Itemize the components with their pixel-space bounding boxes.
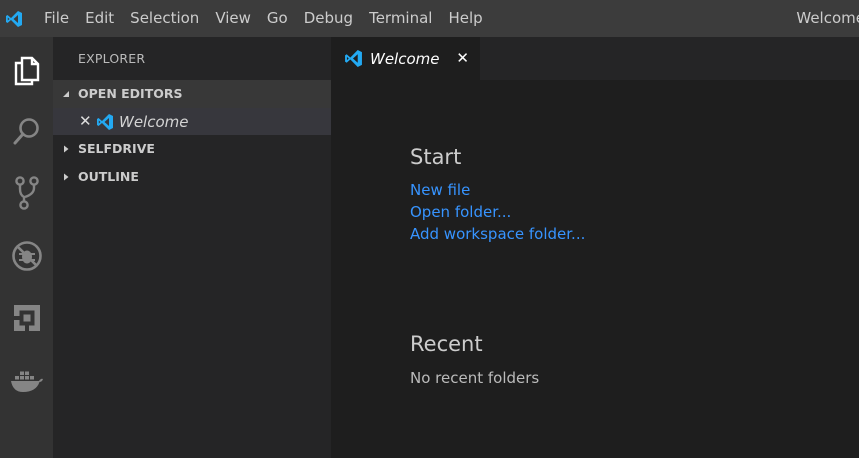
vscode-file-icon — [96, 113, 114, 131]
tab-welcome[interactable]: Welcome ✕ — [331, 37, 480, 80]
files-icon[interactable] — [0, 49, 53, 93]
window-title: Welcome — [796, 9, 859, 27]
menu-bar: File Edit Selection View Go Debug Termin… — [36, 0, 491, 37]
vscode-logo-icon — [0, 0, 27, 37]
docker-icon[interactable] — [0, 359, 53, 403]
section-selfdrive-label: SELFDRIVE — [78, 141, 155, 156]
menu-terminal[interactable]: Terminal — [361, 0, 440, 37]
vscode-file-icon — [344, 49, 363, 68]
source-control-icon[interactable] — [0, 171, 53, 215]
close-tab-icon[interactable]: ✕ — [456, 37, 469, 80]
chevron-down-icon — [54, 90, 78, 98]
extensions-icon[interactable] — [0, 296, 53, 340]
section-open-editors-label: OPEN EDITORS — [78, 86, 183, 101]
section-selfdrive[interactable]: SELFDRIVE — [53, 135, 331, 163]
menu-view[interactable]: View — [207, 0, 259, 37]
recent-heading: Recent — [410, 332, 483, 356]
chevron-right-icon — [54, 145, 78, 153]
menu-go[interactable]: Go — [259, 0, 296, 37]
menu-selection[interactable]: Selection — [122, 0, 207, 37]
section-open-editors[interactable]: OPEN EDITORS — [53, 80, 331, 108]
section-outline-label: OUTLINE — [78, 169, 139, 184]
search-icon[interactable] — [0, 109, 53, 153]
open-editor-item-welcome[interactable]: ✕ Welcome — [53, 108, 331, 135]
sidebar-title: EXPLORER — [78, 51, 146, 66]
menu-file[interactable]: File — [36, 0, 77, 37]
close-editor-icon[interactable]: ✕ — [79, 108, 93, 135]
no-recent-folders-text: No recent folders — [410, 369, 540, 387]
menu-help[interactable]: Help — [440, 0, 490, 37]
open-editor-label: Welcome — [119, 112, 189, 131]
start-heading: Start — [410, 145, 462, 169]
explorer-sidebar: EXPLORER OPEN EDITORS ✕ Welcome SELFDRIV… — [53, 37, 331, 458]
title-bar: File Edit Selection View Go Debug Termin… — [0, 0, 859, 37]
add-workspace-folder-link[interactable]: Add workspace folder... — [410, 225, 585, 243]
tab-label: Welcome — [370, 49, 440, 68]
section-outline[interactable]: OUTLINE — [53, 163, 331, 191]
chevron-right-icon — [54, 173, 78, 181]
menu-debug[interactable]: Debug — [296, 0, 361, 37]
welcome-page: Start New file Open folder... Add worksp… — [331, 80, 859, 458]
menu-edit[interactable]: Edit — [77, 0, 122, 37]
activity-bar — [0, 37, 53, 458]
editor-tab-bar: Welcome ✕ — [331, 37, 859, 80]
open-folder-link[interactable]: Open folder... — [410, 203, 511, 221]
debug-icon[interactable] — [0, 234, 53, 278]
new-file-link[interactable]: New file — [410, 181, 470, 199]
